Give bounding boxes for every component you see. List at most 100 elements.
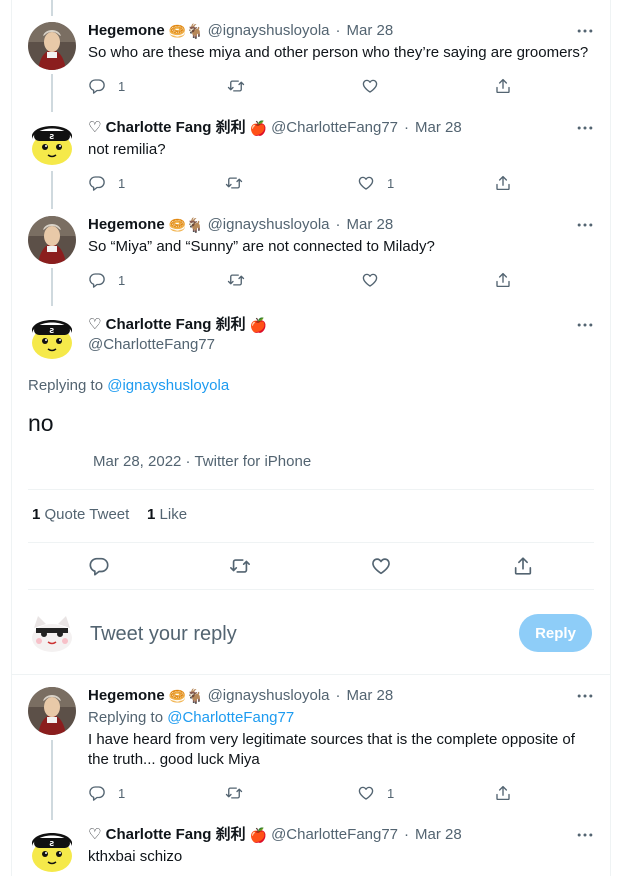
reply-count: 1 [118, 175, 126, 191]
retweet-icon [227, 271, 245, 289]
like-button[interactable] [370, 555, 392, 577]
separator-dot: · [335, 687, 341, 704]
user-emoji: 🍎 [249, 120, 268, 136]
reply-button[interactable]: 1 [88, 76, 125, 96]
tweet-date[interactable]: Mar 28 [347, 21, 394, 41]
reply-submit-button[interactable]: Reply [519, 614, 592, 652]
tweet-date[interactable]: Mar 28 [347, 686, 394, 706]
user-name[interactable]: ♡ Charlotte Fang 刹利 [88, 825, 246, 845]
more-icon[interactable] [575, 686, 595, 706]
reply-icon [88, 174, 106, 192]
more-icon[interactable] [575, 118, 595, 138]
like-button[interactable]: 1 [357, 783, 394, 803]
user-name[interactable]: ♡ Charlotte Fang 刹利 [88, 118, 246, 138]
retweet-icon [229, 555, 251, 577]
tweet-text: So who are these miya and other person w… [88, 44, 589, 61]
share-icon [494, 77, 512, 95]
like-icon [357, 174, 375, 192]
share-button[interactable] [494, 783, 512, 803]
share-button[interactable] [512, 555, 534, 577]
quote-label: Quote Tweet [44, 506, 130, 523]
quote-count: 1 [32, 506, 41, 523]
share-button[interactable] [494, 76, 512, 96]
thread-line [51, 740, 53, 820]
reply-count: 1 [118, 272, 126, 288]
more-icon[interactable] [575, 825, 595, 845]
tweet-meta[interactable]: Mar 28, 2022 · Twitter for iPhone [93, 452, 311, 472]
share-button[interactable] [494, 173, 512, 193]
user-handle[interactable]: @CharlotteFang77 [271, 825, 398, 845]
tweet-date[interactable]: Mar 28 [415, 825, 462, 845]
share-button[interactable] [494, 270, 512, 290]
reply-button[interactable] [88, 555, 110, 577]
user-handle[interactable]: @CharlotteFang77 [271, 118, 398, 138]
user-handle[interactable]: @ignayshusloyola [208, 21, 330, 41]
separator-dot: · [404, 826, 410, 843]
user-name[interactable]: Hegemone [88, 21, 165, 41]
user-name[interactable]: ♡ Charlotte Fang 刹利 [88, 315, 246, 335]
retweet-icon [225, 174, 243, 192]
reply-icon [88, 271, 106, 289]
like-button[interactable] [361, 76, 379, 96]
like-stat[interactable]: 1 Like [147, 505, 187, 525]
thread-line [51, 0, 53, 16]
retweet-button[interactable] [225, 173, 243, 193]
avatar[interactable] [28, 216, 76, 264]
tweet-date[interactable]: Mar 28 [347, 215, 394, 235]
avatar[interactable] [28, 313, 76, 361]
like-count: 1 [147, 506, 156, 523]
more-icon[interactable] [575, 215, 595, 235]
separator-dot: · [404, 119, 410, 136]
like-icon [361, 271, 379, 289]
retweet-button[interactable] [225, 783, 243, 803]
more-icon[interactable] [575, 315, 595, 335]
separator-dot: · [335, 22, 341, 39]
like-icon [357, 784, 375, 802]
divider [28, 489, 594, 490]
more-icon[interactable] [575, 21, 595, 41]
tweet-header: ♡ Charlotte Fang 刹利 🍎 [88, 315, 267, 335]
reply-button[interactable]: 1 [88, 173, 125, 193]
user-emoji: 🥯🐐 [168, 23, 204, 39]
avatar[interactable] [28, 610, 76, 658]
user-handle[interactable]: @ignayshusloyola [208, 215, 330, 235]
tweet-text: not remilia? [88, 141, 166, 158]
user-name[interactable]: Hegemone [88, 686, 165, 706]
share-icon [494, 271, 512, 289]
avatar[interactable] [28, 119, 76, 167]
user-name[interactable]: Hegemone [88, 215, 165, 235]
reply-count: 1 [118, 78, 126, 94]
reply-icon [88, 784, 106, 802]
thread-line [51, 171, 53, 209]
reply-button[interactable]: 1 [88, 270, 125, 290]
like-label: Like [159, 506, 188, 523]
share-icon [512, 555, 534, 577]
thread-line [51, 74, 53, 112]
replying-to-handle[interactable]: @ignayshusloyola [107, 377, 229, 394]
like-icon [361, 77, 379, 95]
user-handle[interactable]: @ignayshusloyola [208, 686, 330, 706]
share-icon [494, 784, 512, 802]
retweet-button[interactable] [227, 76, 245, 96]
like-button[interactable] [361, 270, 379, 290]
reply-icon [88, 77, 106, 95]
user-emoji: 🍎 [249, 827, 268, 843]
replying-to-label: Replying to [88, 709, 164, 726]
avatar[interactable] [28, 687, 76, 735]
reply-button[interactable]: 1 [88, 783, 125, 803]
quote-tweet-stat[interactable]: 1 Quote Tweet [32, 505, 129, 525]
reply-input[interactable]: Tweet your reply [90, 621, 500, 647]
tweet-header: ♡ Charlotte Fang 刹利 🍎 @CharlotteFang77 ·… [88, 825, 462, 845]
retweet-button[interactable] [229, 555, 251, 577]
avatar[interactable] [28, 826, 76, 874]
user-handle[interactable]: @CharlotteFang77 [88, 335, 215, 355]
share-icon [494, 174, 512, 192]
avatar[interactable] [28, 22, 76, 70]
divider [28, 589, 594, 590]
like-button[interactable]: 1 [357, 173, 394, 193]
replying-to-handle[interactable]: @CharlotteFang77 [167, 709, 294, 726]
reply-icon [88, 555, 110, 577]
retweet-button[interactable] [227, 270, 245, 290]
tweet-date[interactable]: Mar 28 [415, 118, 462, 138]
like-count: 1 [387, 175, 395, 191]
